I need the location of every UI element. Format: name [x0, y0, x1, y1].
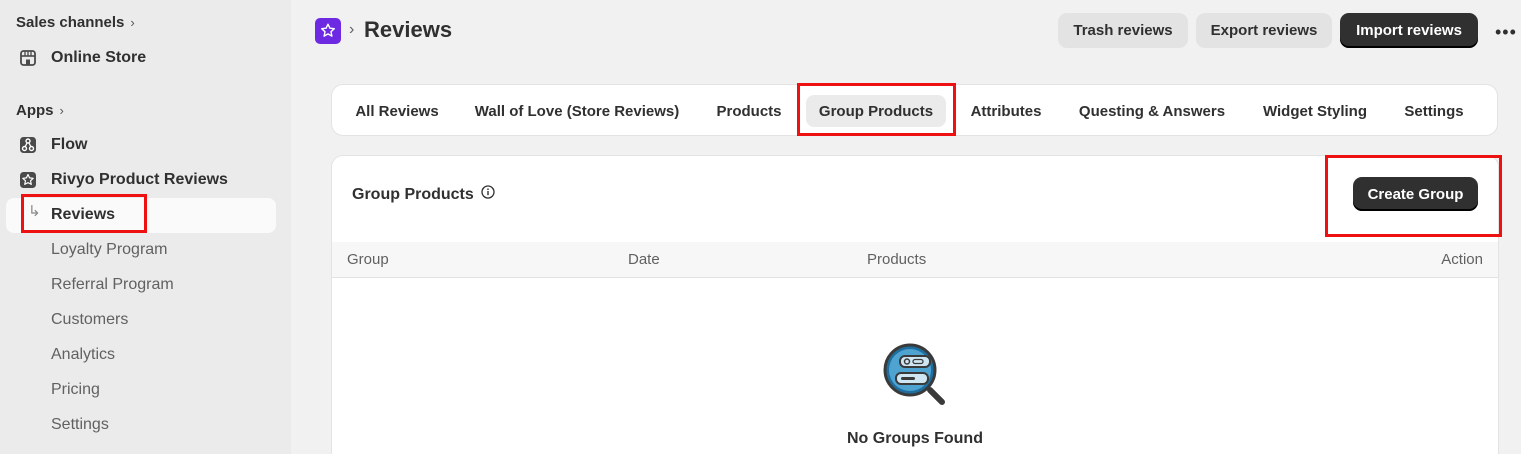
- table-header: Group Date Products Action: [332, 242, 1498, 278]
- page-header: › Reviews Trash reviews Export reviews I…: [291, 0, 1521, 64]
- magnifier-empty-state-icon: [880, 340, 950, 410]
- sidebar-item-online-store[interactable]: Online Store: [18, 43, 146, 73]
- sidebar-item-label: Flow: [51, 136, 88, 153]
- tab-products[interactable]: Products: [704, 95, 794, 127]
- more-actions-icon[interactable]: •••: [1495, 22, 1517, 43]
- sidebar: Sales channels › Online Store Apps › Flo…: [0, 0, 291, 454]
- apps-label: Apps: [16, 102, 54, 119]
- trash-reviews-button[interactable]: Trash reviews: [1058, 13, 1188, 48]
- sidebar-item-pricing[interactable]: Pricing: [51, 375, 100, 405]
- store-icon: [18, 48, 38, 68]
- sales-channels-header[interactable]: Sales channels ›: [16, 14, 135, 31]
- sidebar-item-customers[interactable]: Customers: [51, 305, 128, 335]
- rivyo-logo-icon[interactable]: [315, 18, 341, 44]
- column-header-action: Action: [1441, 251, 1483, 268]
- flow-icon: [18, 135, 38, 155]
- tab-all-reviews[interactable]: All Reviews: [342, 95, 452, 127]
- tab-attributes[interactable]: Attributes: [960, 95, 1052, 127]
- sidebar-item-reviews[interactable]: ↳ Reviews: [6, 198, 276, 233]
- group-products-card: Group Products Create Group Group Date P…: [331, 155, 1499, 454]
- info-icon[interactable]: [481, 185, 495, 204]
- column-header-date: Date: [628, 251, 660, 268]
- card-title-text: Group Products: [352, 185, 474, 203]
- sidebar-item-loyalty-program[interactable]: Loyalty Program: [51, 235, 168, 265]
- export-reviews-button[interactable]: Export reviews: [1196, 13, 1332, 48]
- sidebar-item-analytics[interactable]: Analytics: [51, 340, 115, 370]
- breadcrumb-chevron-icon: ›: [349, 21, 355, 38]
- sales-channels-label: Sales channels: [16, 14, 125, 31]
- sidebar-item-label: Online Store: [51, 49, 147, 66]
- branch-icon: ↳: [28, 203, 41, 220]
- sidebar-item-settings[interactable]: Settings: [51, 410, 109, 440]
- tab-widget-styling[interactable]: Widget Styling: [1252, 95, 1378, 127]
- create-group-button[interactable]: Create Group: [1353, 177, 1478, 211]
- apps-header[interactable]: Apps ›: [16, 102, 64, 119]
- sidebar-item-label: Reviews: [51, 206, 116, 223]
- tab-questing-answers[interactable]: Questing & Answers: [1068, 95, 1236, 127]
- tab-group-products[interactable]: Group Products: [806, 95, 946, 127]
- chevron-right-icon: ›: [59, 103, 64, 118]
- empty-state-text: No Groups Found: [847, 430, 983, 447]
- sidebar-item-label: Rivyo Product Reviews: [51, 171, 228, 188]
- tab-settings[interactable]: Settings: [1394, 95, 1474, 127]
- sidebar-item-flow[interactable]: Flow: [18, 130, 87, 160]
- rivyo-app-icon: [18, 170, 38, 190]
- chevron-right-icon: ›: [130, 15, 135, 30]
- import-reviews-button[interactable]: Import reviews: [1340, 13, 1478, 48]
- sidebar-item-rivyo[interactable]: Rivyo Product Reviews: [18, 165, 228, 195]
- card-title: Group Products: [352, 185, 495, 204]
- column-header-products: Products: [867, 251, 927, 268]
- page-title: Reviews: [364, 17, 453, 42]
- column-header-group: Group: [347, 251, 389, 268]
- tab-bar: All Reviews Wall of Love (Store Reviews)…: [331, 84, 1498, 136]
- tab-wall-of-love[interactable]: Wall of Love (Store Reviews): [462, 95, 692, 127]
- sidebar-item-referral-program[interactable]: Referral Program: [51, 270, 174, 300]
